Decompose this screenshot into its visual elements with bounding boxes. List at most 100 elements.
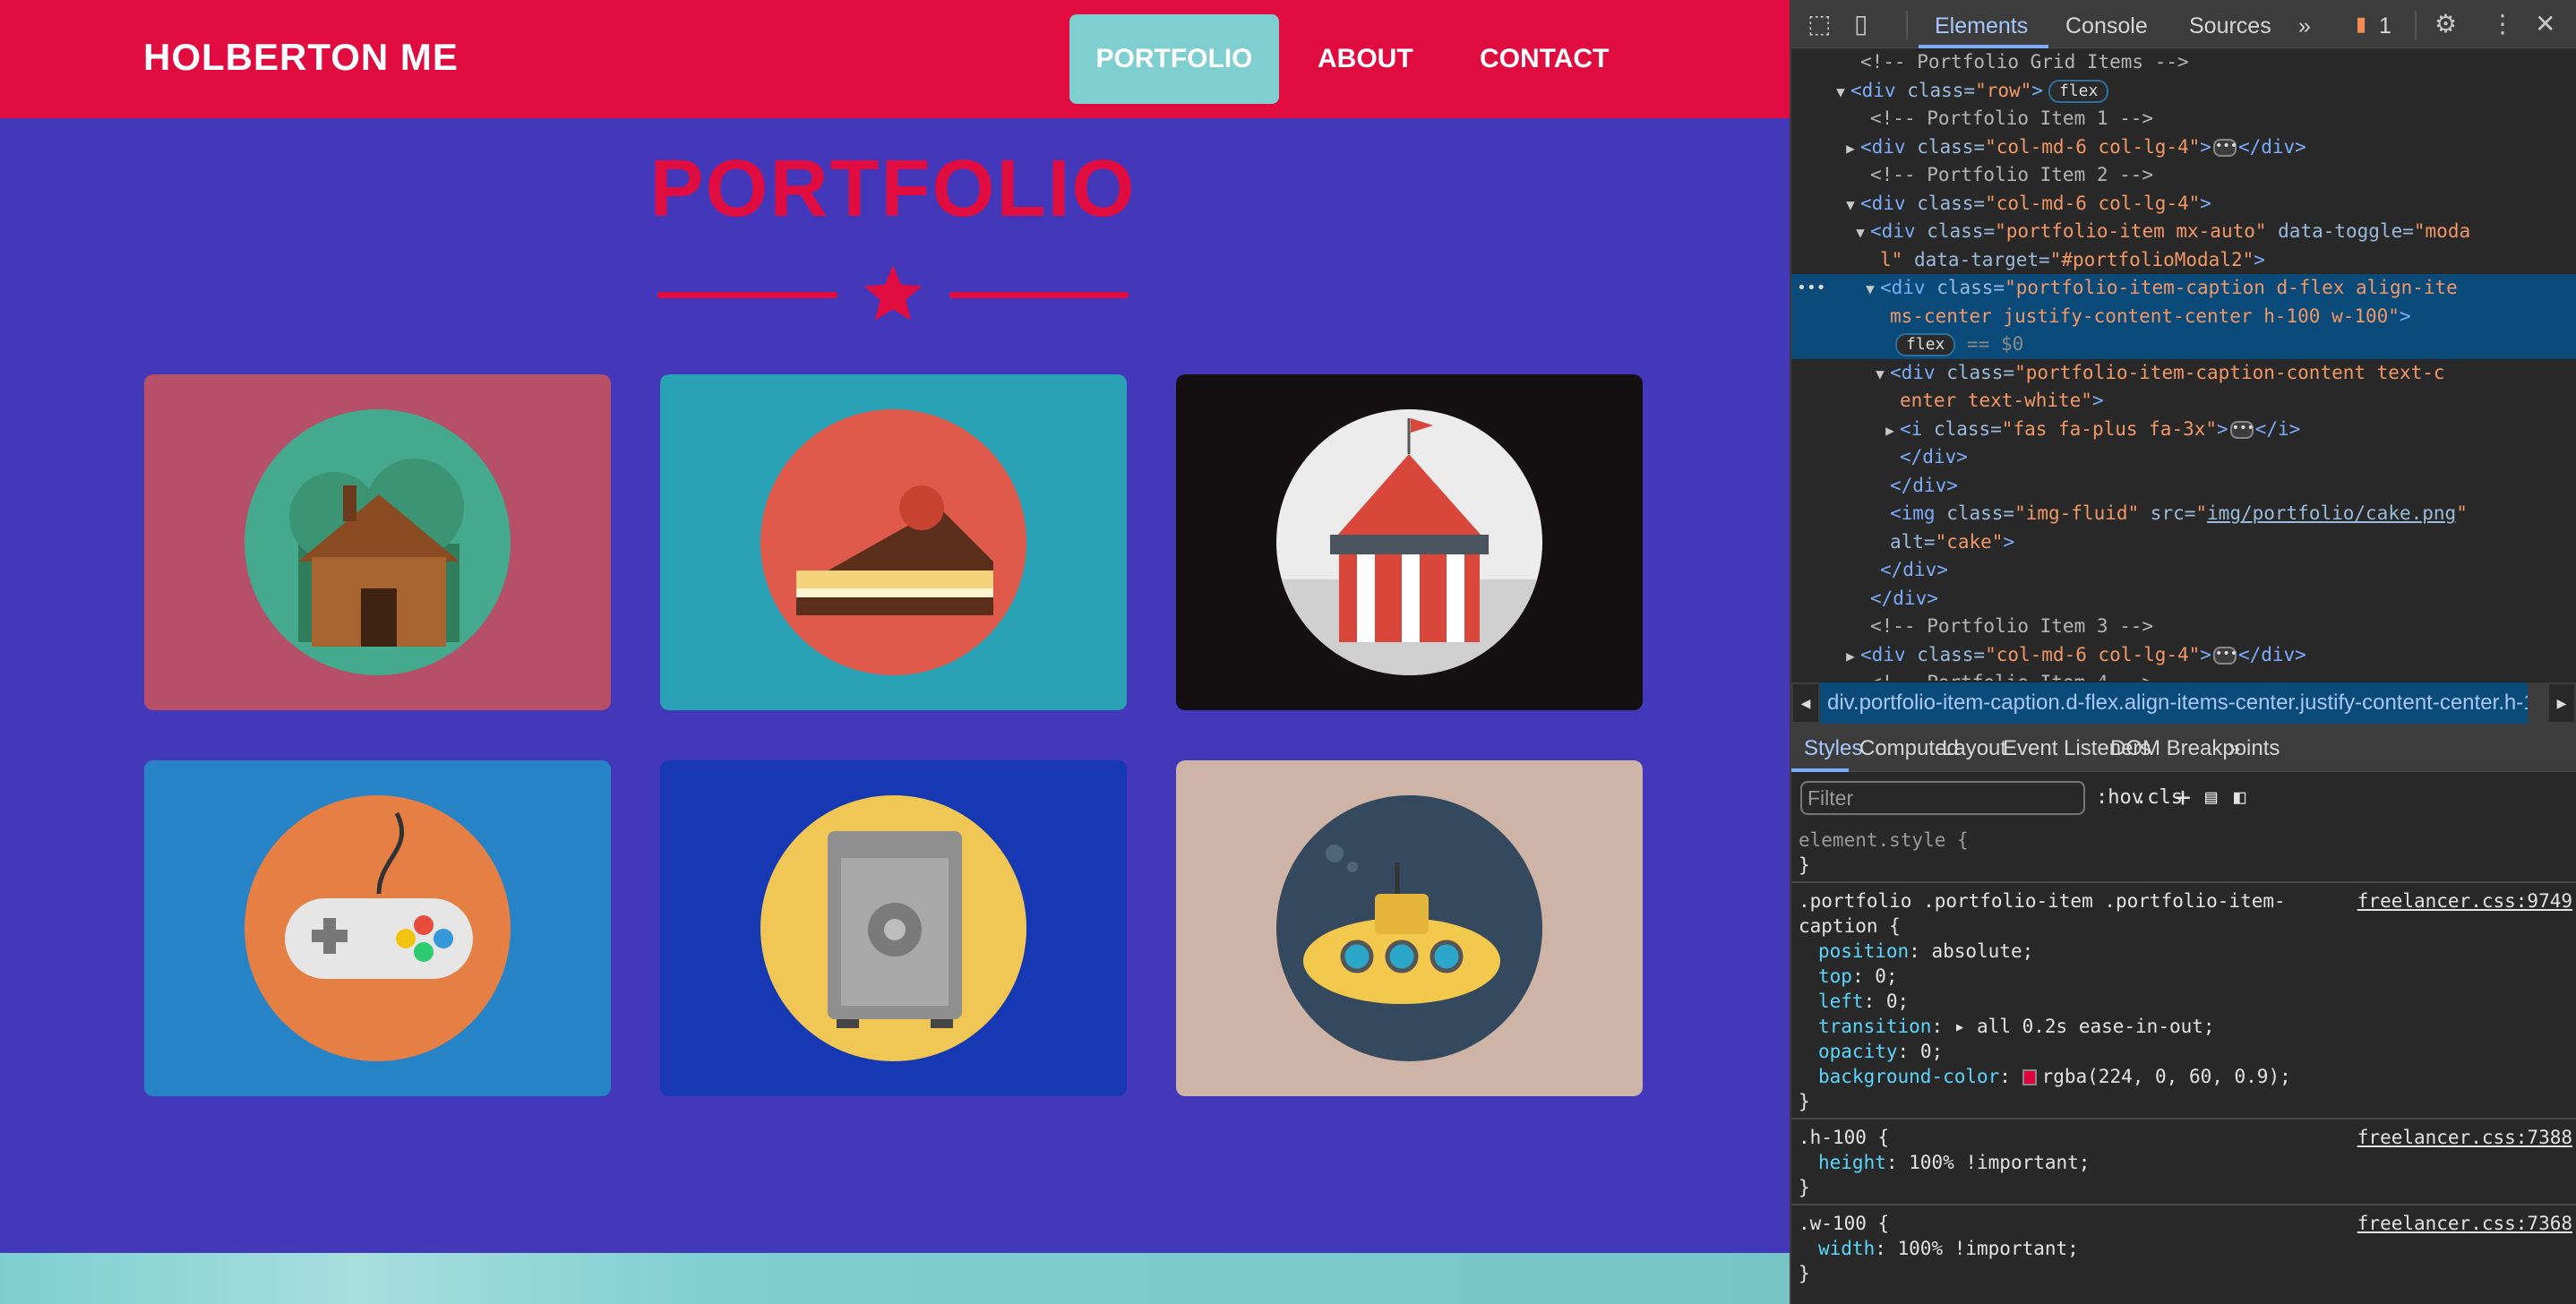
expand-arrow-icon[interactable]: ▶ xyxy=(1841,642,1860,671)
expand-arrow-icon[interactable]: ▶ xyxy=(1841,134,1860,163)
dom-node-line[interactable]: ••• ▼ <div class="portfolio-item-caption d… xyxy=(1791,274,2576,303)
breadcrumb-item[interactable]: div.portfolio-item-caption.d-flex.align-… xyxy=(1820,682,2528,724)
code-token: <div xyxy=(1850,79,1908,101)
dom-node-line[interactable]: <img class="img-fluid" src="img/portfoli… xyxy=(1791,500,2576,528)
more-tabs-button[interactable]: » xyxy=(2298,0,2311,48)
section-title: PORTFOLIO xyxy=(649,144,1137,234)
tab-sources[interactable]: Sources xyxy=(2189,0,2271,48)
portfolio-item[interactable] xyxy=(1176,374,1643,710)
portfolio-item[interactable] xyxy=(660,760,1127,1096)
dom-node-line[interactable]: ▼ <div class="col-md-6 col-lg-4"> xyxy=(1791,190,2576,219)
css-source-link[interactable]: freelancer.css:7388 xyxy=(2357,1125,2572,1150)
expand-arrow-icon[interactable]: ▸ xyxy=(1954,1016,1977,1037)
dom-node-line[interactable]: <!-- Portfolio Item 3 --> xyxy=(1791,613,2576,641)
portfolio-item[interactable] xyxy=(660,374,1127,710)
collapsed-children-icon[interactable]: ••• xyxy=(2212,138,2237,157)
dom-node-line[interactable]: </div> xyxy=(1791,585,2576,613)
dom-node-line[interactable]: ▼ <div class="row"> flex xyxy=(1791,77,2576,106)
brand-logo[interactable]: HOLBERTON ME xyxy=(143,36,459,79)
flex-badge[interactable]: flex xyxy=(2048,79,2109,103)
dom-node-line[interactable]: flex == $0 xyxy=(1791,330,2576,359)
dom-node-line[interactable]: <!-- Portfolio Item 4 --> xyxy=(1791,669,2576,681)
nav-portfolio[interactable]: PORTFOLIO xyxy=(1069,14,1279,104)
collapse-arrow-icon[interactable]: ▼ xyxy=(1841,191,1860,219)
dom-node-line[interactable]: <!-- Portfolio Item 1 --> xyxy=(1791,105,2576,133)
styles-pane: element.style {} .portfolio .portfolio-it… xyxy=(1791,822,2576,1290)
css-source-link[interactable]: freelancer.css:7368 xyxy=(2357,1211,2572,1236)
inspect-element-icon[interactable]: ⬚ xyxy=(1807,0,1831,48)
expand-arrow-icon[interactable]: ▶ xyxy=(1880,416,1900,445)
dom-node-line[interactable]: ▶ <div class="col-md-6 col-lg-4"> •••</div… xyxy=(1791,133,2576,162)
tab-dom-breakpoints[interactable]: DOM Breakpoints xyxy=(2110,724,2280,774)
css-declaration[interactable]: width: 100% !important; xyxy=(1799,1236,2571,1261)
tab-console[interactable]: Console xyxy=(2065,0,2148,48)
code-token: > xyxy=(2399,305,2411,327)
nav-contact[interactable]: CONTACT xyxy=(1455,14,1634,104)
css-declaration[interactable]: top: 0; xyxy=(1799,964,2571,989)
tab-elements[interactable]: Elements xyxy=(1935,0,2028,48)
elements-tree[interactable]: <!-- Portfolio Grid Items --> ▼ <div class… xyxy=(1791,48,2576,681)
new-rule-icon[interactable]: + xyxy=(2175,781,2191,815)
color-swatch[interactable] xyxy=(2022,1069,2037,1085)
collapse-arrow-icon[interactable]: ▼ xyxy=(1850,219,1870,247)
nav-about[interactable]: ABOUT xyxy=(1292,14,1438,104)
device-toolbar-icon[interactable]: ▯ xyxy=(1854,0,1868,48)
code-token: "portfolio-item-caption d-flex align-ite xyxy=(2005,277,2458,298)
gear-icon[interactable]: ⚙ xyxy=(2434,0,2457,48)
dom-node-line[interactable]: </div> xyxy=(1791,443,2576,472)
breadcrumb-left-button[interactable]: ◀ xyxy=(1793,684,1818,722)
dom-node-line[interactable]: </div> xyxy=(1791,472,2576,501)
portfolio-item[interactable] xyxy=(144,760,611,1096)
code-token: <img xyxy=(1890,502,1947,524)
code-token: > xyxy=(2254,248,2265,270)
css-close-brace: } xyxy=(1799,1263,1810,1284)
code-token: "img-fluid" xyxy=(2014,502,2140,524)
breadcrumb-right-button[interactable]: ▶ xyxy=(2549,684,2574,722)
css-declaration[interactable]: opacity: 0; xyxy=(1799,1039,2571,1064)
collapse-arrow-icon[interactable]: ▼ xyxy=(1831,78,1850,107)
dom-node-line[interactable]: ▼ <div class="portfolio-item mx-auto" dat… xyxy=(1791,218,2576,246)
dom-node-line[interactable]: <!-- Portfolio Item 2 --> xyxy=(1791,161,2576,190)
flex-badge[interactable]: flex xyxy=(1895,333,1956,356)
dom-node-line[interactable]: ▶ <i class="fas fa-plus fa-3x"> •••</i> xyxy=(1791,416,2576,444)
tab-layout[interactable]: Layout xyxy=(1942,724,2006,774)
css-value: all 0.2s ease-in-out; xyxy=(1977,1016,2215,1037)
tab-styles[interactable]: Styles xyxy=(1804,724,1862,774)
paint-brush-icon[interactable]: ▤ xyxy=(2205,781,2217,815)
collapse-arrow-icon[interactable]: ▼ xyxy=(1860,275,1880,304)
css-declaration[interactable]: transition: ▸ all 0.2s ease-in-out; xyxy=(1799,1014,2571,1039)
dom-node-line[interactable]: </div> xyxy=(1791,556,2576,585)
dom-node-line[interactable]: enter text-white"> xyxy=(1791,387,2576,416)
css-declaration[interactable]: background-color: rgba(224, 0, 60, 0.9); xyxy=(1799,1064,2571,1089)
toggle-sidebar-icon[interactable]: ◧ xyxy=(2234,781,2245,815)
close-icon[interactable]: ✕ xyxy=(2535,0,2555,48)
code-token: " xyxy=(2456,502,2468,524)
collapsed-children-icon[interactable]: ••• xyxy=(2229,420,2254,439)
code-token: > xyxy=(2200,643,2211,665)
dom-node-line[interactable]: ms-center justify-content-center h-100 w… xyxy=(1791,302,2576,330)
styles-filter-input[interactable]: Filter xyxy=(1800,781,2085,815)
dom-node-line[interactable]: ▶ <div class="col-md-6 col-lg-4"> •••</div… xyxy=(1791,641,2576,670)
css-declaration[interactable]: height: 100% !important; xyxy=(1799,1150,2571,1175)
css-declaration[interactable]: position: absolute; xyxy=(1799,939,2571,964)
issues-icon[interactable]: ▮ xyxy=(2356,0,2366,48)
colon: : xyxy=(1885,1152,1910,1173)
portfolio-item[interactable] xyxy=(1176,760,1643,1096)
ellipsis-icon[interactable]: ••• xyxy=(1797,274,1826,303)
portfolio-item[interactable] xyxy=(144,374,611,710)
more-subtabs-button[interactable]: » xyxy=(2228,724,2240,774)
collapse-arrow-icon[interactable]: ▼ xyxy=(1870,360,1890,389)
cake-illustration xyxy=(760,409,1026,675)
css-rule: element.style {} xyxy=(1791,822,2576,881)
collapsed-children-icon[interactable]: ••• xyxy=(2212,646,2237,665)
kebab-menu-icon[interactable]: ⋮ xyxy=(2490,0,2515,48)
css-source-link[interactable]: freelancer.css:9749 xyxy=(2357,888,2572,914)
dom-node-line[interactable]: ▼ <div class="portfolio-item-caption-cont… xyxy=(1791,359,2576,388)
issues-count[interactable]: 1 xyxy=(2379,0,2391,48)
code-token: </div> xyxy=(1890,474,1958,496)
dom-node-line[interactable]: <!-- Portfolio Grid Items --> xyxy=(1791,48,2576,77)
dom-node-line[interactable]: alt="cake"> xyxy=(1791,528,2576,557)
css-declaration[interactable]: left: 0; xyxy=(1799,989,2571,1014)
dom-node-line[interactable]: l" data-target="#portfolioModal2"> xyxy=(1791,246,2576,275)
css-selector: caption { xyxy=(1799,915,1901,937)
